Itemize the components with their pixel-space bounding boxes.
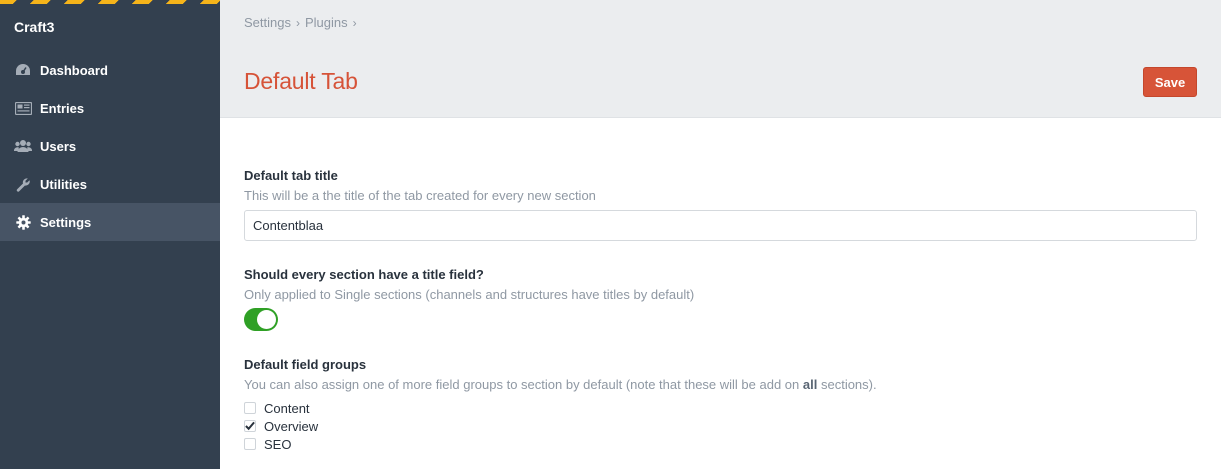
dev-mode-stripes (0, 0, 220, 4)
checkbox-box[interactable] (244, 438, 256, 450)
sidebar-item-dashboard[interactable]: Dashboard (0, 51, 220, 89)
breadcrumb-settings[interactable]: Settings (244, 15, 291, 30)
checkbox-box[interactable] (244, 420, 256, 432)
sidebar-item-label: Users (40, 138, 77, 154)
sidebar-item-label: Entries (40, 100, 85, 116)
dashboard-icon (13, 62, 33, 78)
instructions-text-end: sections). (817, 377, 877, 392)
sidebar-item-label: Utilities (40, 176, 87, 192)
breadcrumb-separator: › (295, 15, 300, 30)
field-groups-label: Default field groups (244, 357, 367, 372)
breadcrumb-plugins[interactable]: Plugins (305, 15, 348, 30)
instructions-emphasis: all (802, 377, 818, 392)
title-field-label: Should every section have a title field? (244, 267, 484, 282)
sidebar-item-label: Settings (40, 214, 92, 230)
tab-title-instructions: This will be a the title of the tab crea… (244, 188, 596, 203)
field-groups-instructions: You can also assign one of more field gr… (244, 377, 877, 392)
gear-icon (13, 214, 33, 230)
sidebar-item-entries[interactable]: Entries (0, 89, 220, 127)
checkbox-box[interactable] (244, 402, 256, 414)
breadcrumb: Settings › Plugins › (244, 15, 362, 30)
checkbox-overview[interactable]: Overview (244, 418, 318, 434)
wrench-icon (13, 176, 33, 192)
checkbox-label: Content (264, 400, 310, 416)
entries-icon (13, 100, 33, 116)
sidebar-nav: Dashboard Entries Users Utilities Settin… (0, 51, 220, 241)
instructions-text: You can also assign one of more field gr… (244, 377, 803, 392)
page-header: Settings › Plugins › Default Tab Save (220, 0, 1221, 118)
sidebar-item-settings[interactable]: Settings (0, 203, 220, 241)
page-title: Default Tab (244, 68, 358, 94)
title-field-toggle[interactable] (244, 308, 278, 331)
sidebar-item-utilities[interactable]: Utilities (0, 165, 220, 203)
users-icon (13, 138, 33, 154)
tab-title-label: Default tab title (244, 168, 338, 183)
checkbox-content[interactable]: Content (244, 400, 310, 416)
sidebar-item-users[interactable]: Users (0, 127, 220, 165)
site-name[interactable]: Craft3 (14, 19, 54, 35)
settings-form: Default tab title This will be a the tit… (220, 119, 1221, 469)
checkbox-label: Overview (264, 418, 319, 434)
title-field-instructions: Only applied to Single sections (channel… (244, 287, 695, 302)
tab-title-input[interactable] (244, 210, 1197, 241)
toggle-knob (257, 310, 276, 329)
sidebar: Craft3 Dashboard Entries Users Utilities (0, 0, 220, 469)
save-button[interactable]: Save (1143, 67, 1197, 97)
checkmark-icon (245, 421, 255, 431)
sidebar-item-label: Dashboard (40, 62, 108, 78)
checkbox-label: SEO (264, 436, 292, 452)
checkbox-seo[interactable]: SEO (244, 436, 291, 452)
breadcrumb-separator: › (352, 15, 357, 30)
